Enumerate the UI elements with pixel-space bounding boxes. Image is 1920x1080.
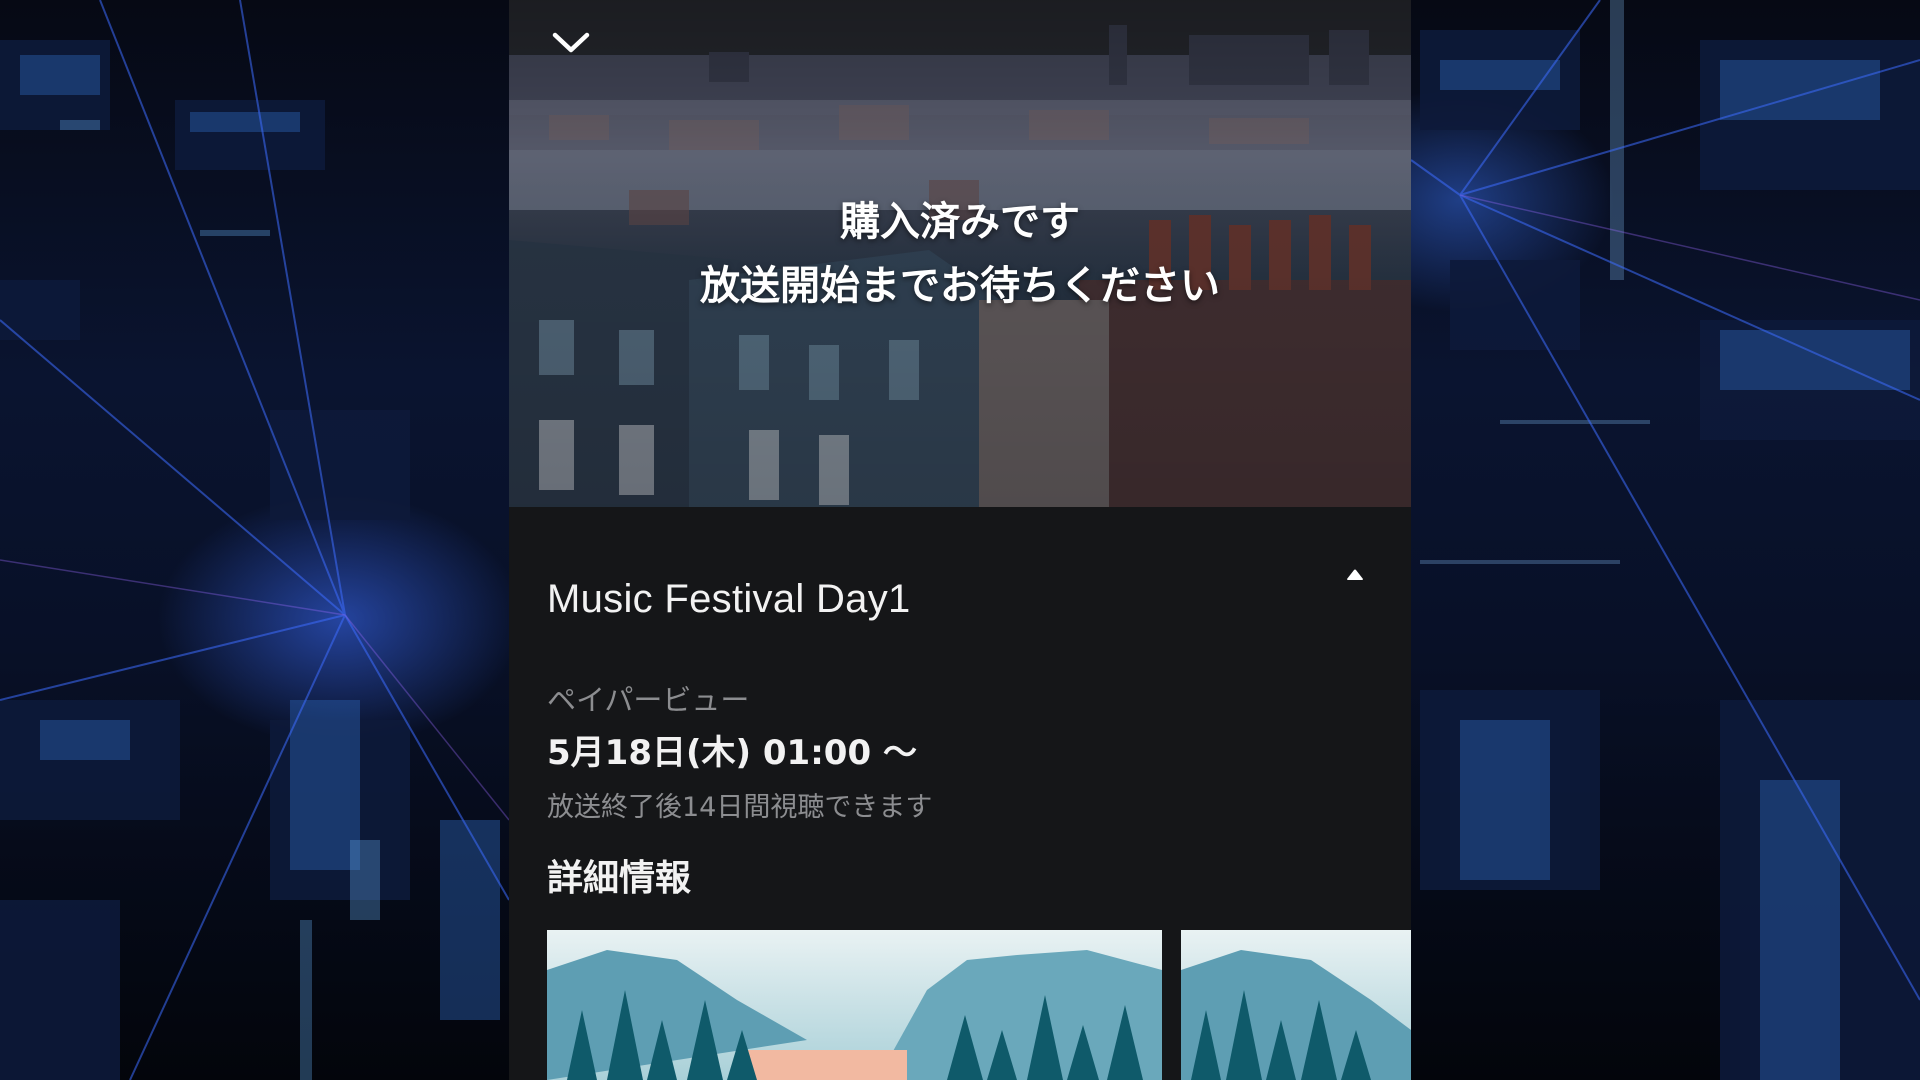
caret-up-icon bbox=[1347, 569, 1363, 580]
chevron-down-icon bbox=[552, 32, 590, 53]
event-type-label: ペイパービュー bbox=[547, 683, 750, 717]
availability-note: 放送終了後14日間視聴できます bbox=[547, 792, 933, 823]
collapse-button[interactable] bbox=[551, 30, 599, 70]
purchase-status-line: 購入済みです bbox=[840, 199, 1080, 245]
broadcast-datetime: 5月18日(木) 01:00 〜 bbox=[547, 733, 917, 773]
event-title: Music Festival Day1 bbox=[547, 577, 911, 621]
detail-thumbnail[interactable] bbox=[547, 930, 1162, 1080]
wait-message-line: 放送開始までお待ちください bbox=[700, 263, 1220, 309]
hero-image: 購入済みです 放送開始までお待ちください bbox=[509, 0, 1411, 507]
details-toggle-button[interactable] bbox=[1337, 559, 1373, 589]
purchase-status-message: 購入済みです 放送開始までお待ちください bbox=[509, 190, 1411, 318]
details-section-title: 詳細情報 bbox=[547, 858, 692, 899]
event-detail-panel: 購入済みです 放送開始までお待ちください Music Festival Day1… bbox=[509, 0, 1411, 1080]
detail-thumbnail[interactable] bbox=[1181, 930, 1411, 1080]
app-screen: 購入済みです 放送開始までお待ちください Music Festival Day1… bbox=[0, 0, 1920, 1080]
